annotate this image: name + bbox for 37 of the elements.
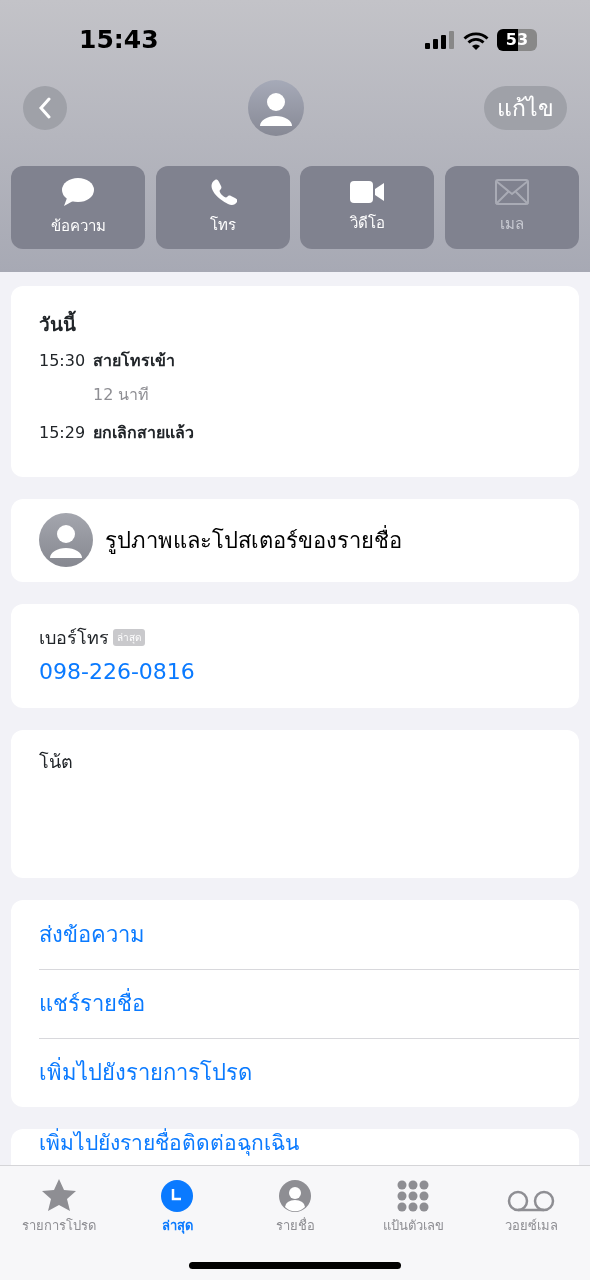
status-time: 15:43 [79,24,159,57]
action-link[interactable]: เพิ่มไปยังรายการโปรด [39,1056,252,1089]
emergency-contact-link[interactable]: เพิ่มไปยังรายชื่อติดต่อฉุกเฉิน [39,1130,299,1156]
call-time: 15:29 [39,421,87,444]
action-link[interactable]: ส่งข้อความ [39,917,145,951]
call-time: 15:30 [39,349,87,372]
tab-button[interactable]: แป้นตัวเลข [354,1166,472,1280]
section-title: วันนี้ [39,310,551,339]
call-type: ยกเลิกสายแล้ว [93,421,194,444]
voicemail-icon [507,1190,555,1212]
tab-button[interactable]: วอยซ์เมล [472,1166,590,1280]
phone-label: เบอร์โทร [39,625,109,650]
battery-icon: 53 [497,29,539,51]
avatar-icon [39,513,93,567]
person-icon [279,1180,311,1212]
back-button[interactable] [23,86,67,130]
tab-button[interactable]: รายการโปรด [0,1166,118,1280]
call-type: สายโทรเข้า [93,349,175,372]
keypad-icon [396,1180,430,1212]
back-icon [38,97,52,119]
clock-icon [161,1180,193,1212]
message-button[interactable]: ข้อความ [11,166,145,249]
signal-icon [425,31,455,49]
edit-button[interactable]: แก้ไข [484,86,567,130]
phone-number-link[interactable]: 098-226-0816 [39,654,195,688]
video-camera-icon [350,180,385,205]
speech-bubble-icon [61,177,95,208]
call-button[interactable]: โทร [155,166,290,249]
star-icon [41,1178,77,1212]
notes-label: โน้ต [39,750,73,772]
envelope-icon [494,179,529,206]
call-duration: 12 นาที [93,383,151,406]
tab-button[interactable]: ล่าสุด [118,1166,236,1280]
action-link[interactable]: แชร์รายชื่อ [39,987,145,1020]
wifi-icon [463,30,489,50]
avatar-icon [247,80,304,136]
video-button[interactable]: วิดีโอ [300,166,435,249]
